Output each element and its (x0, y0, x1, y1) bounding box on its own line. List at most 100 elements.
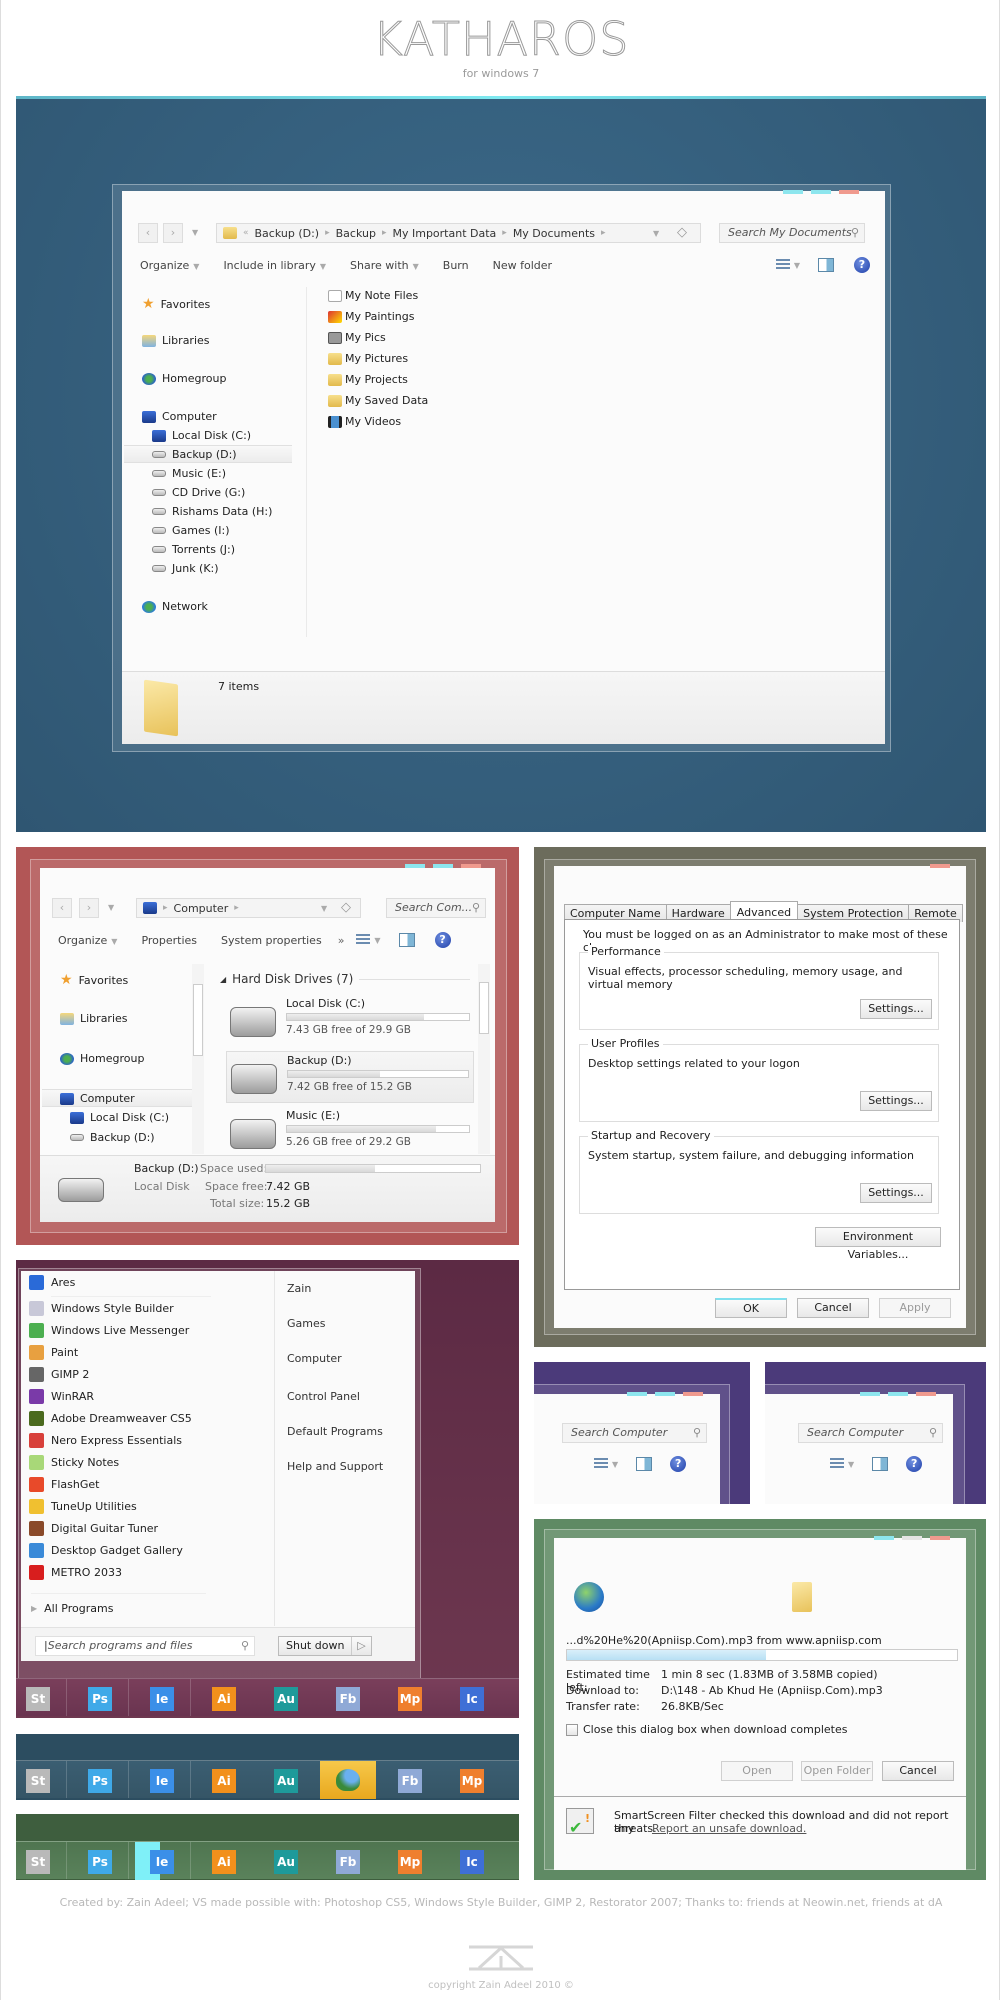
address-dropdown[interactable]: ▼ (321, 904, 327, 913)
nav-drive[interactable]: Torrents (J:) (152, 543, 235, 556)
start-right-item[interactable]: Computer (287, 1352, 342, 1365)
refresh-icon[interactable]: ◇ (341, 900, 351, 915)
include-in-library-button[interactable]: Include in library ▼ (223, 259, 326, 272)
taskbar-st-icon[interactable]: St (26, 1850, 50, 1874)
file-item[interactable]: My Paintings (328, 310, 414, 323)
taskbar-ps-icon[interactable]: Ps (88, 1850, 112, 1874)
close-button[interactable] (683, 1392, 703, 1396)
start-right-item[interactable]: Default Programs (287, 1425, 383, 1438)
view-dropdown[interactable]: ▼ (794, 261, 800, 270)
program-item[interactable]: GIMP 2 (29, 1367, 89, 1382)
nav-favorites[interactable]: ★ Favorites (60, 972, 128, 988)
forward-button[interactable]: › (163, 223, 183, 243)
help-icon[interactable]: ? (854, 257, 870, 273)
environment-variables-button[interactable]: Environment Variables... (815, 1227, 941, 1261)
search-input[interactable]: Search Computer ⚲ (798, 1423, 943, 1443)
content-scrollbar[interactable] (478, 964, 490, 1154)
shutdown-options-arrow[interactable]: ▷ (351, 1637, 371, 1655)
preview-pane-icon[interactable] (818, 258, 834, 272)
program-item[interactable]: Ares (29, 1275, 75, 1290)
nav-computer[interactable]: Computer (142, 410, 217, 423)
close-button[interactable] (930, 1536, 950, 1540)
maximize-button[interactable] (433, 864, 453, 868)
nav-favorites[interactable]: ★ Favorites (142, 296, 210, 312)
shutdown-button[interactable]: Shut down ▷ (278, 1636, 372, 1656)
close-when-complete-checkbox[interactable]: Close this dialog box when download comp… (566, 1723, 847, 1736)
close-button[interactable] (461, 864, 481, 868)
address-dropdown[interactable]: ▼ (653, 229, 659, 238)
taskbar-fb-icon[interactable]: Fb (336, 1687, 360, 1711)
minimize-button[interactable] (874, 1536, 894, 1540)
address-bar[interactable]: ▸ Computer ▸ ▼ ◇ (136, 898, 361, 918)
taskbar-st-icon[interactable]: St (26, 1687, 50, 1711)
program-item[interactable]: TuneUp Utilities (29, 1499, 137, 1514)
view-dropdown[interactable]: ▼ (848, 1460, 854, 1469)
cancel-button[interactable]: Cancel (882, 1761, 954, 1781)
program-item[interactable]: Adobe Dreamweaver CS5 (29, 1411, 192, 1426)
program-item[interactable]: Desktop Gadget Gallery (29, 1543, 183, 1558)
program-item[interactable]: Digital Guitar Tuner (29, 1521, 158, 1536)
forward-button[interactable]: › (79, 898, 99, 918)
nav-drive[interactable]: CD Drive (G:) (152, 486, 245, 499)
help-icon[interactable]: ? (670, 1456, 687, 1472)
taskbar-ic-icon[interactable]: Ic (460, 1850, 484, 1874)
nav-libraries[interactable]: Libraries (60, 1012, 128, 1025)
all-programs-button[interactable]: ▶ All Programs (31, 1602, 113, 1615)
close-button[interactable] (930, 864, 950, 868)
change-view-icon[interactable] (594, 1458, 608, 1470)
burn-button[interactable]: Burn (443, 259, 469, 272)
nav-network[interactable]: Network (142, 600, 208, 613)
system-properties-button[interactable]: System properties (221, 934, 322, 947)
organize-button[interactable]: Organize ▼ (58, 934, 117, 947)
close-button[interactable] (916, 1392, 936, 1396)
nav-homegroup[interactable]: Homegroup (60, 1052, 144, 1065)
open-button[interactable]: Open (721, 1761, 793, 1781)
taskbar-fb-icon[interactable]: Fb (336, 1850, 360, 1874)
taskbar-ie-icon[interactable]: Ie (150, 1687, 174, 1711)
file-item[interactable]: My Saved Data (328, 394, 428, 407)
cancel-button[interactable]: Cancel (797, 1298, 869, 1318)
close-button[interactable] (839, 190, 859, 194)
drive-tile[interactable]: Music (E:) 5.26 GB free of 29.2 GB (226, 1107, 474, 1159)
taskbar-mp-icon[interactable]: Mp (398, 1850, 422, 1874)
file-item[interactable]: My Pics (328, 331, 386, 344)
nav-backup-d[interactable]: Backup (D:) (70, 1131, 155, 1144)
maximize-button[interactable] (902, 1536, 922, 1540)
taskbar-mp-icon[interactable]: Mp (460, 1769, 484, 1793)
breadcrumb-item[interactable]: My Important Data (392, 227, 496, 240)
search-input[interactable]: Search My Documents ⚲ (719, 223, 865, 243)
more-commands-button[interactable]: » (338, 934, 345, 947)
minimize-button[interactable] (860, 1392, 880, 1396)
nav-drive[interactable]: Local Disk (C:) (152, 429, 251, 442)
file-item[interactable]: My Projects (328, 373, 408, 386)
ok-button[interactable]: OK (715, 1298, 787, 1318)
taskbar-au-icon[interactable]: Au (274, 1687, 298, 1711)
start-right-item[interactable]: Help and Support (287, 1460, 383, 1473)
breadcrumb-item[interactable]: Computer (174, 902, 229, 915)
start-right-item[interactable]: Zain (287, 1282, 311, 1295)
share-with-button[interactable]: Share with ▼ (350, 259, 419, 272)
start-right-item[interactable]: Games (287, 1317, 325, 1330)
taskbar-ai-icon[interactable]: Ai (212, 1769, 236, 1793)
taskbar-ai-icon[interactable]: Ai (212, 1850, 236, 1874)
organize-button[interactable]: Organize ▼ (140, 259, 199, 272)
maximize-button[interactable] (888, 1392, 908, 1396)
settings-button[interactable]: Settings... (860, 1091, 932, 1111)
program-item[interactable]: Windows Style Builder (29, 1301, 174, 1316)
maximize-button[interactable] (811, 190, 831, 194)
taskbar-au-icon[interactable]: Au (274, 1769, 298, 1793)
minimize-button[interactable] (783, 190, 803, 194)
maximize-button[interactable] (655, 1392, 675, 1396)
nav-scrollbar[interactable] (192, 964, 204, 1154)
new-folder-button[interactable]: New folder (493, 259, 552, 272)
recent-pages-dropdown[interactable]: ▼ (108, 903, 114, 912)
refresh-icon[interactable]: ◇ (677, 225, 687, 240)
breadcrumb-item[interactable]: Backup (D:) (255, 227, 320, 240)
file-item[interactable]: My Pictures (328, 352, 408, 365)
nav-scroll-thumb[interactable] (193, 984, 203, 1056)
nav-homegroup[interactable]: Homegroup (142, 372, 226, 385)
back-button[interactable]: ‹ (52, 898, 72, 918)
nav-drive[interactable]: Backup (D:) (152, 448, 237, 461)
view-dropdown[interactable]: ▼ (374, 936, 380, 945)
program-item[interactable]: Sticky Notes (29, 1455, 119, 1470)
